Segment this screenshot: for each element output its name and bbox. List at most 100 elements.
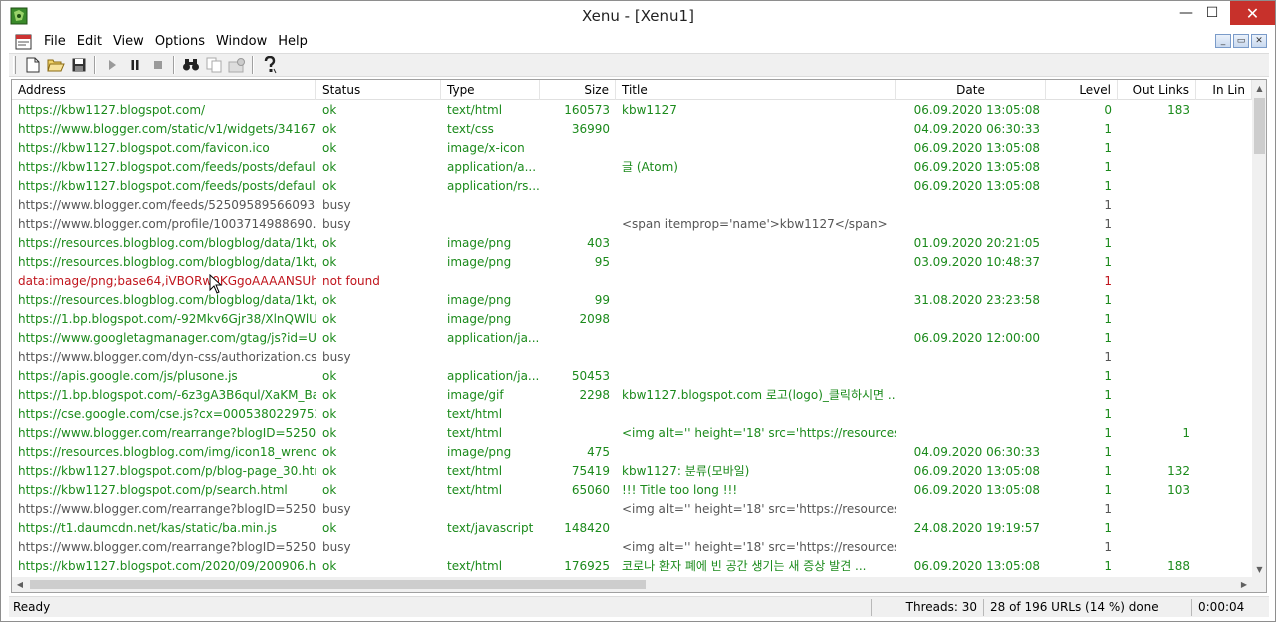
- table-row[interactable]: https://www.blogger.com/feeds/5250958956…: [12, 196, 1252, 215]
- column-out-links[interactable]: Out Links: [1118, 80, 1196, 100]
- column-date[interactable]: Date: [896, 80, 1046, 100]
- table-row[interactable]: https://kbw1127.blogspot.com/p/search.ht…: [12, 481, 1252, 500]
- cell-title: [616, 291, 896, 310]
- cell-out-links: [1118, 386, 1196, 405]
- mdi-close-icon: ✕: [1255, 35, 1263, 46]
- table-row[interactable]: data:image/png;base64,iVBORw0KGgoAAAANSU…: [12, 272, 1252, 291]
- toolbar-grip[interactable]: [13, 56, 16, 74]
- start-button[interactable]: [100, 54, 123, 76]
- close-icon: ✕: [1245, 3, 1260, 23]
- column-in-links[interactable]: In Lin: [1196, 80, 1252, 100]
- table-row[interactable]: https://resources.blogblog.com/blogblog/…: [12, 253, 1252, 272]
- scrollbar-corner: [1252, 577, 1266, 592]
- menu-bar: File Edit View Options Window Help _ ▭ ✕: [9, 31, 1269, 52]
- column-level[interactable]: Level: [1046, 80, 1118, 100]
- horizontal-scrollbar[interactable]: ◀ ▶: [12, 577, 1252, 592]
- vertical-scroll-thumb[interactable]: [1254, 98, 1265, 154]
- table-row[interactable]: https://1.bp.blogspot.com/-92Mkv6Gjr38/X…: [12, 310, 1252, 329]
- table-row[interactable]: https://kbw1127.blogspot.com/feeds/posts…: [12, 177, 1252, 196]
- toolbar-separator: [94, 56, 96, 74]
- table-row[interactable]: https://1.bp.blogspot.com/-6z3gA3B6qul/X…: [12, 386, 1252, 405]
- help-button[interactable]: [258, 54, 281, 76]
- cell-size: 2298: [579, 388, 610, 402]
- cell-size: 176925: [564, 559, 610, 573]
- maximize-button[interactable]: ☐: [1197, 1, 1227, 25]
- new-button[interactable]: [21, 54, 44, 76]
- cell-status: ok: [322, 293, 337, 307]
- column-address[interactable]: Address: [12, 80, 316, 100]
- mdi-minimize-button[interactable]: _: [1215, 34, 1231, 48]
- cell-date: 03.09.2020 10:48:37: [913, 255, 1040, 269]
- cell-out-links: 183: [1167, 103, 1190, 117]
- column-status[interactable]: Status: [316, 80, 441, 100]
- pause-button[interactable]: [123, 54, 146, 76]
- cell-status: busy: [322, 502, 351, 516]
- close-button[interactable]: ✕: [1230, 1, 1275, 25]
- cell-date: [896, 405, 1046, 424]
- table-row[interactable]: https://www.blogger.com/profile/10037149…: [12, 215, 1252, 234]
- cell-out-links: [1118, 500, 1196, 519]
- table-row[interactable]: https://resources.blogblog.com/blogblog/…: [12, 291, 1252, 310]
- mdi-restore-icon: ▭: [1236, 35, 1246, 46]
- table-row[interactable]: https://www.googletagmanager.com/gtag/js…: [12, 329, 1252, 348]
- cell-level: 1: [1104, 388, 1112, 402]
- mdi-restore-button[interactable]: ▭: [1233, 34, 1249, 48]
- menu-view[interactable]: View: [108, 31, 150, 52]
- table-row[interactable]: https://www.blogger.com/static/v1/widget…: [12, 120, 1252, 139]
- table-row[interactable]: https://kbw1127.blogspot.com/favicon.ico…: [12, 139, 1252, 158]
- cell-size: [540, 139, 616, 158]
- table-row[interactable]: https://kbw1127.blogspot.com/2020/09/200…: [12, 557, 1252, 576]
- save-button[interactable]: [67, 54, 90, 76]
- column-title[interactable]: Title: [616, 80, 896, 100]
- cell-date: 06.09.2020 13:05:08: [913, 559, 1040, 573]
- vertical-scrollbar[interactable]: ▲ ▼: [1252, 80, 1266, 577]
- table-row[interactable]: https://www.blogger.com/dyn-css/authoriz…: [12, 348, 1252, 367]
- column-type[interactable]: Type: [441, 80, 540, 100]
- cell-in-links: [1196, 329, 1252, 348]
- table-row[interactable]: https://kbw1127.blogspot.com/p/blog-page…: [12, 462, 1252, 481]
- horizontal-scroll-thumb[interactable]: [30, 580, 646, 589]
- menu-file[interactable]: File: [39, 31, 72, 52]
- cell-level: 1: [1104, 293, 1112, 307]
- cell-out-links: [1118, 348, 1196, 367]
- copy-button[interactable]: [202, 54, 225, 76]
- cell-out-links: [1118, 519, 1196, 538]
- properties-button[interactable]: [225, 54, 248, 76]
- new-file-icon: [26, 57, 39, 73]
- cell-out-links: [1118, 120, 1196, 139]
- table-row[interactable]: https://kbw1127.blogspot.com/feeds/posts…: [12, 158, 1252, 177]
- open-button[interactable]: [44, 54, 67, 76]
- cell-date: 06.09.2020 13:05:08: [913, 160, 1040, 174]
- stop-button[interactable]: [146, 54, 169, 76]
- scroll-up-button[interactable]: ▲: [1252, 80, 1266, 96]
- cell-type: image/png: [447, 445, 512, 459]
- results-list[interactable]: Address Status Type Size Title Date Leve…: [11, 79, 1267, 593]
- mdi-close-button[interactable]: ✕: [1251, 34, 1267, 48]
- find-button[interactable]: [179, 54, 202, 76]
- scroll-left-button[interactable]: ◀: [12, 577, 28, 592]
- menu-options[interactable]: Options: [150, 31, 211, 52]
- cell-address: https://kbw1127.blogspot.com/favicon.ico: [18, 141, 270, 155]
- cell-title: <img alt='' height='18' src='https://res…: [622, 502, 896, 516]
- menu-window[interactable]: Window: [211, 31, 273, 52]
- cell-out-links: [1118, 272, 1196, 291]
- table-row[interactable]: https://www.blogger.com/rearrange?blogID…: [12, 538, 1252, 557]
- scroll-down-button[interactable]: ▼: [1252, 561, 1266, 577]
- table-row[interactable]: https://t1.daumcdn.net/kas/static/ba.min…: [12, 519, 1252, 538]
- cell-status: ok: [322, 312, 337, 326]
- table-row[interactable]: https://cse.google.com/cse.js?cx=0005380…: [12, 405, 1252, 424]
- table-row[interactable]: https://kbw1127.blogspot.com/ok text/html…: [12, 101, 1252, 120]
- table-row[interactable]: https://www.blogger.com/rearrange?blogID…: [12, 500, 1252, 519]
- menu-edit[interactable]: Edit: [72, 31, 108, 52]
- scroll-right-button[interactable]: ▶: [1236, 577, 1252, 592]
- document-system-menu-icon[interactable]: [15, 34, 33, 50]
- table-row[interactable]: https://www.blogger.com/rearrange?blogID…: [12, 424, 1252, 443]
- menu-help[interactable]: Help: [273, 31, 314, 52]
- table-row[interactable]: https://resources.blogblog.com/blogblog/…: [12, 234, 1252, 253]
- title-bar[interactable]: Xenu - [Xenu1] — ☐ ✕: [1, 1, 1275, 31]
- cell-type: [441, 538, 540, 557]
- table-row[interactable]: https://resources.blogblog.com/img/icon1…: [12, 443, 1252, 462]
- column-size[interactable]: Size: [540, 80, 616, 100]
- cell-level: 1: [1104, 483, 1112, 497]
- table-row[interactable]: https://apis.google.com/js/plusone.js ok a…: [12, 367, 1252, 386]
